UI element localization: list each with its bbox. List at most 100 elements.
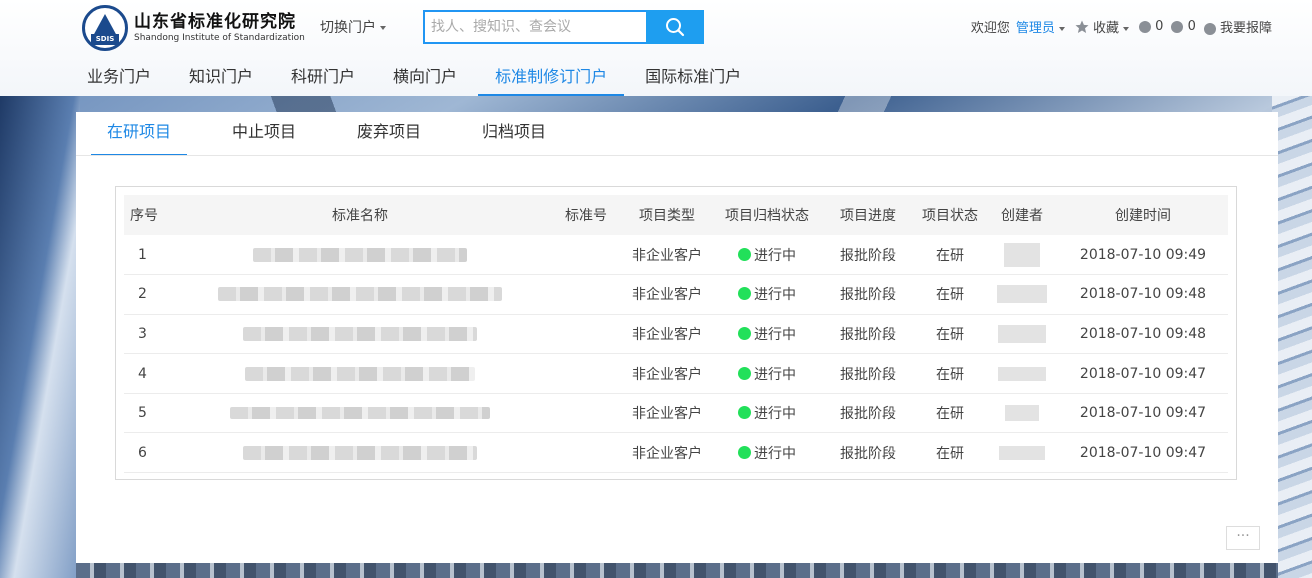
tabs-divider [76,155,1278,156]
notice-counter[interactable]: 0 [1139,19,1163,34]
tab-abandoned[interactable]: 废弃项目 [341,112,437,156]
logo[interactable]: SDIS 山东省标准化研究院 Shandong Institute of Sta… [82,5,305,51]
chevron-down-icon [1123,26,1129,31]
standard-name-redacted[interactable] [170,433,550,473]
project-progress: 报批阶段 [840,366,896,383]
view-counter[interactable]: 0 [1171,19,1196,34]
standard-number [550,433,622,473]
table-row[interactable]: 6 非企业客户 进行中 报批阶段 在研 2018-07-10 09:47 [124,433,1228,473]
nav-item-business[interactable]: 业务门户 [70,62,168,96]
search-bar [423,10,704,44]
content-panel: 在研项目 中止项目 废弃项目 归档项目 序号 标准名称 标准号 项目类型 项目归… [76,112,1278,563]
logo-title: 山东省标准化研究院 [134,12,296,32]
standard-number [550,393,622,433]
creator-redacted [986,235,1058,275]
chevron-down-icon [1058,26,1065,31]
logo-mark-text: SDIS [91,34,119,45]
main-nav: 业务门户 知识门户 科研门户 横向门户 标准制修订门户 国际标准门户 [70,62,762,96]
report-link[interactable]: 我要报障 [1203,17,1272,36]
status-dot-icon [738,445,751,459]
project-table-container: 序号 标准名称 标准号 项目类型 项目归档状态 项目进度 项目状态 创建者 创建… [115,186,1237,480]
favorites-label: 收藏 [1092,21,1119,36]
standard-name-redacted[interactable] [170,275,550,315]
status-dot-icon [738,366,751,380]
user-bar: 欢迎您 管理员 收藏 0 0 我要报障 [965,17,1272,36]
project-status: 在研 [936,287,964,304]
creator-redacted [986,393,1058,433]
project-status: 在研 [936,406,964,423]
header: SDIS 山东省标准化研究院 Shandong Institute of Sta… [0,0,1312,96]
more-options-button[interactable]: ··· [1226,526,1260,550]
column-header[interactable]: 创建时间 [1058,195,1228,235]
project-type: 非企业客户 [632,247,702,264]
row-index: 3 [138,325,147,342]
table-row[interactable]: 3 非企业客户 进行中 报批阶段 在研 2018-07-10 09:48 [124,314,1228,354]
creator-redacted [986,354,1058,394]
column-header[interactable]: 项目状态 [914,195,986,235]
nav-item-horizontal[interactable]: 横向门户 [376,62,474,96]
standard-name-redacted[interactable] [170,354,550,394]
project-type: 非企业客户 [632,445,702,462]
standard-number [550,314,622,354]
project-tabs: 在研项目 中止项目 废弃项目 归档项目 [91,112,591,156]
creator-redacted [986,433,1058,473]
column-header[interactable]: 标准名称 [170,195,550,235]
row-index: 4 [138,365,147,382]
table-row[interactable]: 5 非企业客户 进行中 报批阶段 在研 2018-07-10 09:47 [124,393,1228,433]
column-header[interactable]: 项目类型 [622,195,712,235]
column-header[interactable]: 标准号 [550,195,622,235]
nav-item-international[interactable]: 国际标准门户 [628,62,758,96]
status-dot-icon [738,406,751,420]
nav-item-knowledge[interactable]: 知识门户 [172,62,270,96]
logo-mark-icon: SDIS [82,5,128,51]
switch-portal-dropdown[interactable]: 切换门户 [320,17,386,37]
project-progress: 报批阶段 [840,247,896,264]
creator-redacted [986,314,1058,354]
alert-icon [1203,22,1216,35]
search-input[interactable] [423,10,646,44]
row-index: 5 [138,405,147,422]
status-dot-icon [738,287,751,301]
search-button[interactable] [646,10,704,44]
archive-status: 进行中 [712,393,822,433]
column-header[interactable]: 序号 [124,195,170,235]
table-row[interactable]: 1 非企业客户 进行中 报批阶段 在研 2018-07-10 09:49 [124,235,1228,275]
archive-status: 进行中 [712,354,822,394]
status-dot-icon [738,247,751,261]
tab-archived[interactable]: 归档项目 [466,112,562,156]
project-progress: 报批阶段 [840,445,896,462]
background-strip [76,563,1278,578]
created-time: 2018-07-10 09:47 [1079,444,1207,461]
notice-count: 0 [1155,19,1164,34]
row-index: 2 [138,286,147,303]
standard-number [550,275,622,315]
star-icon [1075,20,1089,33]
project-type: 非企业客户 [632,287,702,304]
created-time: 2018-07-10 09:48 [1079,286,1207,303]
created-time: 2018-07-10 09:47 [1079,365,1207,382]
project-status: 在研 [936,366,964,383]
welcome-text: 欢迎您 [970,21,1010,36]
standard-name-redacted[interactable] [170,314,550,354]
project-status: 在研 [936,445,964,462]
tab-suspended[interactable]: 中止项目 [216,112,312,156]
table-row[interactable]: 4 非企业客户 进行中 报批阶段 在研 2018-07-10 09:47 [124,354,1228,394]
standard-name-redacted[interactable] [170,393,550,433]
table-row[interactable]: 2 非企业客户 进行中 报批阶段 在研 2018-07-10 09:48 [124,275,1228,315]
tab-in-research[interactable]: 在研项目 [91,112,188,156]
column-header[interactable]: 创建者 [986,195,1058,235]
user-menu[interactable]: 管理员 [1016,17,1065,36]
eye-icon [1171,20,1184,33]
column-header[interactable]: 项目进度 [822,195,914,235]
favorites-menu[interactable]: 收藏 [1075,17,1129,36]
nav-item-research[interactable]: 科研门户 [274,62,372,96]
column-header[interactable]: 项目归档状态 [712,195,822,235]
nav-item-standard-revision[interactable]: 标准制修订门户 [478,62,625,96]
project-type: 非企业客户 [632,406,702,423]
standard-name-redacted[interactable] [170,235,550,275]
chevron-down-icon [380,26,386,30]
project-status: 在研 [936,326,964,343]
created-time: 2018-07-10 09:49 [1079,246,1207,263]
row-index: 1 [138,246,147,263]
switch-portal-label: 切换门户 [320,20,376,36]
